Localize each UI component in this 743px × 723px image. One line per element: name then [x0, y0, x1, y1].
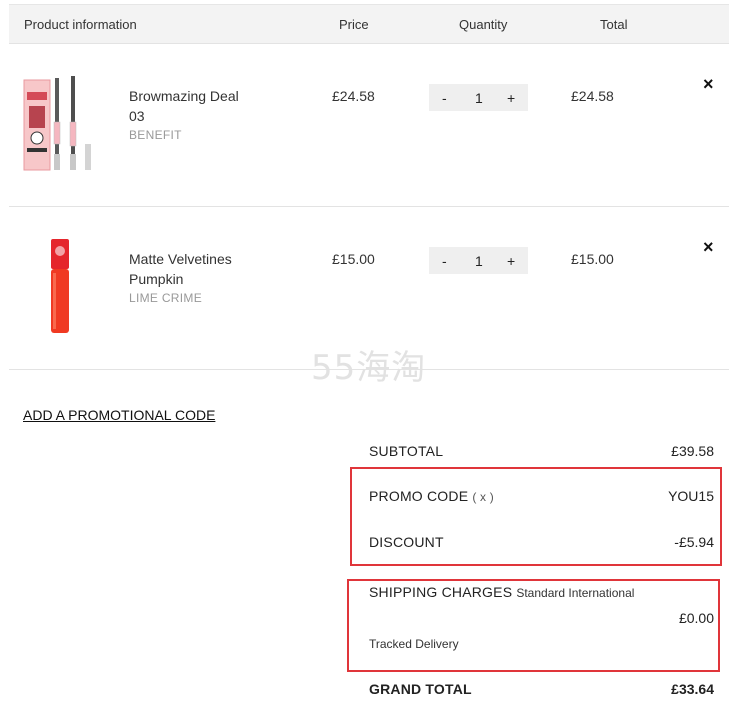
shipping-label-text: SHIPPING CHARGES — [369, 584, 513, 600]
watermark: 55海淘 — [311, 348, 427, 388]
product-name[interactable]: Matte Velvetines Pumpkin — [129, 249, 254, 289]
decrease-quantity-button[interactable]: - — [442, 253, 447, 269]
quantity-value[interactable]: 1 — [475, 253, 483, 269]
grand-total-value: £33.64 — [671, 681, 714, 697]
shipping-label: SHIPPING CHARGES Standard International — [369, 584, 634, 600]
subtotal-value: £39.58 — [671, 443, 714, 459]
subtotal-label: SUBTOTAL — [369, 443, 444, 459]
product-brand: LIME CRIME — [129, 291, 203, 305]
header-product: Product information — [24, 17, 137, 32]
header-quantity: Quantity — [459, 17, 508, 32]
quantity-stepper: - 1 + — [429, 247, 528, 274]
cart-item-row: Browmazing Deal 03 BENEFIT £24.58 - 1 + … — [9, 44, 729, 207]
header-total: Total — [600, 17, 628, 32]
shipping-method: Standard International — [516, 586, 635, 600]
quantity-stepper: - 1 + — [429, 84, 528, 111]
remove-item-button[interactable]: × — [703, 237, 714, 258]
quantity-value[interactable]: 1 — [475, 90, 483, 106]
shipping-note: Tracked Delivery — [369, 637, 459, 651]
increase-quantity-button[interactable]: + — [507, 90, 515, 106]
discount-label: DISCOUNT — [369, 534, 444, 550]
product-total: £24.58 — [571, 88, 614, 104]
increase-quantity-button[interactable]: + — [507, 253, 515, 269]
grand-total-label: GRAND TOTAL — [369, 681, 472, 697]
product-brand: BENEFIT — [129, 128, 182, 142]
product-price: £15.00 — [332, 251, 375, 267]
decrease-quantity-button[interactable]: - — [442, 90, 447, 106]
promo-code-value: YOU15 — [668, 488, 714, 504]
cart-table-header: Product information Price Quantity Total — [9, 4, 729, 44]
shipping-value: £0.00 — [678, 610, 714, 626]
product-price: £24.58 — [332, 88, 375, 104]
discount-value: -£5.94 — [674, 534, 714, 550]
remove-item-button[interactable]: × — [703, 74, 714, 95]
promo-discount-highlight — [350, 467, 722, 566]
product-image-brow-kit[interactable] — [23, 74, 95, 179]
product-image-lip-gloss[interactable] — [49, 239, 71, 340]
product-total: £15.00 — [571, 251, 614, 267]
product-name[interactable]: Browmazing Deal 03 — [129, 86, 254, 126]
promo-code-label-text: PROMO CODE — [369, 488, 469, 504]
header-price: Price — [339, 17, 369, 32]
remove-promo-code-button[interactable]: ( x ) — [472, 490, 494, 504]
promo-code-label: PROMO CODE ( x ) — [369, 488, 494, 504]
add-promo-code-link[interactable]: ADD A PROMOTIONAL CODE — [23, 407, 215, 423]
